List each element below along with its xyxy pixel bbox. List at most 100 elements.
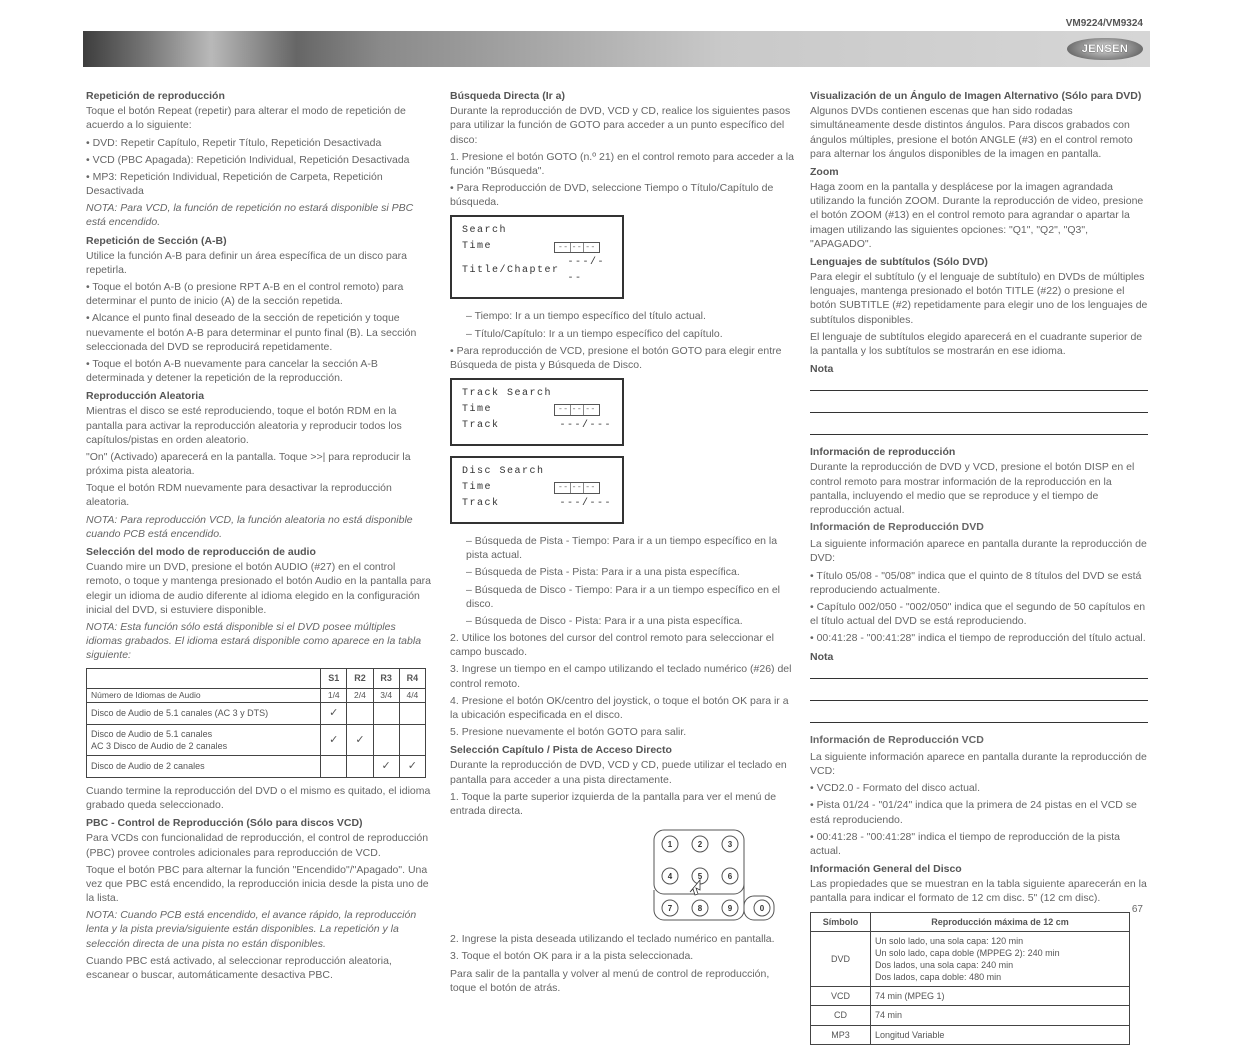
osd-title: Search — [462, 223, 612, 239]
text: • Para Reproducción de DVD, seleccione T… — [450, 181, 795, 209]
text: Cuando PBC está activado, al seleccionar… — [86, 954, 431, 982]
heading-goto: Búsqueda Directa (Ir a) — [450, 89, 795, 103]
heading-general-disc-info: Información General del Disco — [810, 862, 1148, 876]
list-item: • Título 05/08 - "05/08" indica que el q… — [810, 569, 1148, 597]
memo-block: Nota — [810, 650, 1148, 723]
svg-text:1: 1 — [668, 840, 673, 849]
text: – Título/Capítulo: Ir a un tiempo especí… — [466, 327, 795, 341]
table-cell: ✓ — [373, 756, 399, 778]
text: Durante la reproducción de DVD, VCD y CD… — [450, 758, 795, 786]
osd-label: Time — [462, 480, 548, 496]
list-item: 2. Utilice los botones del cursor del co… — [450, 631, 795, 659]
text: • Para reproducción de VCD, presione el … — [450, 344, 795, 372]
svg-text:3: 3 — [728, 840, 733, 849]
page-number: 67 — [1132, 903, 1143, 917]
table-head: R3 — [373, 669, 399, 688]
list-item: • 00:41:28 - "00:41:28" indica el tiempo… — [810, 631, 1148, 645]
osd-value: ---/--- — [559, 496, 612, 512]
heading-repeat: Repetición de reproducción — [86, 89, 431, 103]
heading-pbc: PBC - Control de Reproducción (Sólo para… — [86, 816, 431, 830]
heading-section-repeat: Repetición de Sección (A-B) — [86, 234, 431, 248]
subheading: Información de Reproducción VCD — [810, 733, 1148, 747]
column-middle: Búsqueda Directa (Ir a) Durante la repro… — [450, 85, 795, 998]
list-item: • Toque el botón A-B (o presione RPT A-B… — [86, 280, 431, 308]
table-cell: Disco de Audio de 2 canales — [87, 756, 321, 778]
note-text: NOTA: Para reproducción VCD, la función … — [86, 513, 431, 541]
osd-label: Track — [462, 496, 548, 512]
osd-title: Disc Search — [462, 464, 612, 480]
heading-random: Reproducción Aleatoria — [86, 389, 431, 403]
osd-title: Track Search — [462, 386, 612, 402]
list-item: 3. Toque el botón OK para ir a la pista … — [450, 949, 795, 963]
column-left: Repetición de reproducción Toque el botó… — [86, 85, 431, 985]
table-cell: CD — [811, 1006, 871, 1025]
keypad-illustration: 1 2 3 4 5 6 7 8 9 0 — [650, 826, 790, 928]
table-cell — [399, 702, 425, 724]
table-cell: DVD — [811, 931, 871, 987]
text: Cuando mire un DVD, presione el botón AU… — [86, 560, 431, 617]
list-item: • Capítulo 002/050 - "002/050" indica qu… — [810, 600, 1148, 628]
column-right: Visualización de un Ángulo de Imagen Alt… — [810, 85, 1148, 1045]
list-item: 2. Ingrese la pista deseada utilizando e… — [450, 932, 795, 946]
text: Utilice la función A-B para definir un á… — [86, 249, 431, 277]
osd-value: ---/--- — [568, 255, 612, 287]
header-band — [83, 31, 1150, 67]
memo-line — [810, 391, 1148, 413]
table-head: Símbolo — [811, 912, 871, 931]
memo-line — [810, 701, 1148, 723]
osd-time-field: ------ — [554, 242, 600, 254]
table-cell: ✓ — [321, 724, 347, 755]
svg-text:4: 4 — [668, 872, 673, 881]
osd-label: Track — [462, 418, 548, 434]
text: La siguiente información aparece en pant… — [810, 537, 1148, 565]
text: Haga zoom en la pantalla y desplácese po… — [810, 180, 1148, 251]
table-head: Reproducción máxima de 12 cm — [871, 912, 1130, 931]
svg-text:2: 2 — [698, 840, 703, 849]
memo-line — [810, 377, 1148, 391]
table-cell: Disco de Audio de 5.1 canales (AC 3 y DT… — [87, 702, 321, 724]
disc-info-table: Símbolo Reproducción máxima de 12 cm DVD… — [810, 912, 1130, 1045]
keypad-icon: 1 2 3 4 5 6 7 8 9 0 — [650, 826, 780, 928]
osd-value: ---/--- — [559, 418, 612, 434]
text: Las propiedades que se muestran en la ta… — [810, 877, 1148, 905]
osd-time-field: ------ — [554, 404, 600, 416]
table-head: S1 — [321, 669, 347, 688]
list-item: • Pista 01/24 - "01/24" indica que la pr… — [810, 798, 1148, 826]
memo-line — [810, 679, 1148, 701]
table-cell: VCD — [811, 987, 871, 1006]
text: Toque el botón Repeat (repetir) para alt… — [86, 104, 431, 132]
table-cell: Número de Idiomas de Audio — [87, 688, 321, 702]
text: El lenguaje de subtítulos elegido aparec… — [810, 330, 1148, 358]
brand-logo: JENSEN — [1067, 38, 1143, 60]
memo-block: Nota — [810, 362, 1148, 435]
table-head — [87, 669, 321, 688]
list-item: 5. Presione nuevamente el botón GOTO par… — [450, 725, 795, 739]
table-cell: 74 min — [871, 1006, 1130, 1025]
note-text: NOTA: Para VCD, la función de repetición… — [86, 201, 431, 229]
table-cell: ✓ — [399, 756, 425, 778]
table-cell: ✓ — [321, 702, 347, 724]
list-item: • Alcance el punto final deseado de la s… — [86, 311, 431, 354]
osd-track-search: Track Search Time ------ Track ---/--- — [450, 378, 624, 446]
table-cell: 3/4 — [373, 688, 399, 702]
list-item: 4. Presione el botón OK/centro del joyst… — [450, 694, 795, 722]
table-cell: Disco de Audio de 5.1 canales AC 3 Disco… — [87, 724, 321, 755]
audio-language-table: S1 R2 R3 R4 Número de Idiomas de Audio 1… — [86, 668, 426, 778]
list-item: • DVD: Repetir Capítulo, Repetir Título,… — [86, 136, 431, 150]
table-cell: Un solo lado, una sola capa: 120 min Un … — [871, 931, 1130, 987]
subheading: Información de Reproducción DVD — [810, 520, 1148, 534]
text: – Búsqueda de Pista - Pista: Para ir a u… — [466, 565, 795, 579]
osd-label: Time — [462, 239, 548, 255]
list-item: • Toque el botón A-B nuevamente para can… — [86, 357, 431, 385]
table-cell: 2/4 — [347, 688, 373, 702]
osd-time-field: ------ — [554, 482, 600, 494]
svg-text:0: 0 — [760, 904, 765, 913]
heading-direct: Selección Capítulo / Pista de Acceso Dir… — [450, 743, 795, 757]
table-cell: 74 min (MPEG 1) — [871, 987, 1130, 1006]
table-head: R4 — [399, 669, 425, 688]
osd-label: Title/Chapter — [462, 263, 560, 279]
text: Mientras el disco se esté reproduciendo,… — [86, 404, 431, 447]
table-cell: 4/4 — [399, 688, 425, 702]
text: Para elegir el subtítulo (y el lenguaje … — [810, 270, 1148, 327]
list-item: • 00:41:28 - "00:41:28" indica el tiempo… — [810, 830, 1148, 858]
